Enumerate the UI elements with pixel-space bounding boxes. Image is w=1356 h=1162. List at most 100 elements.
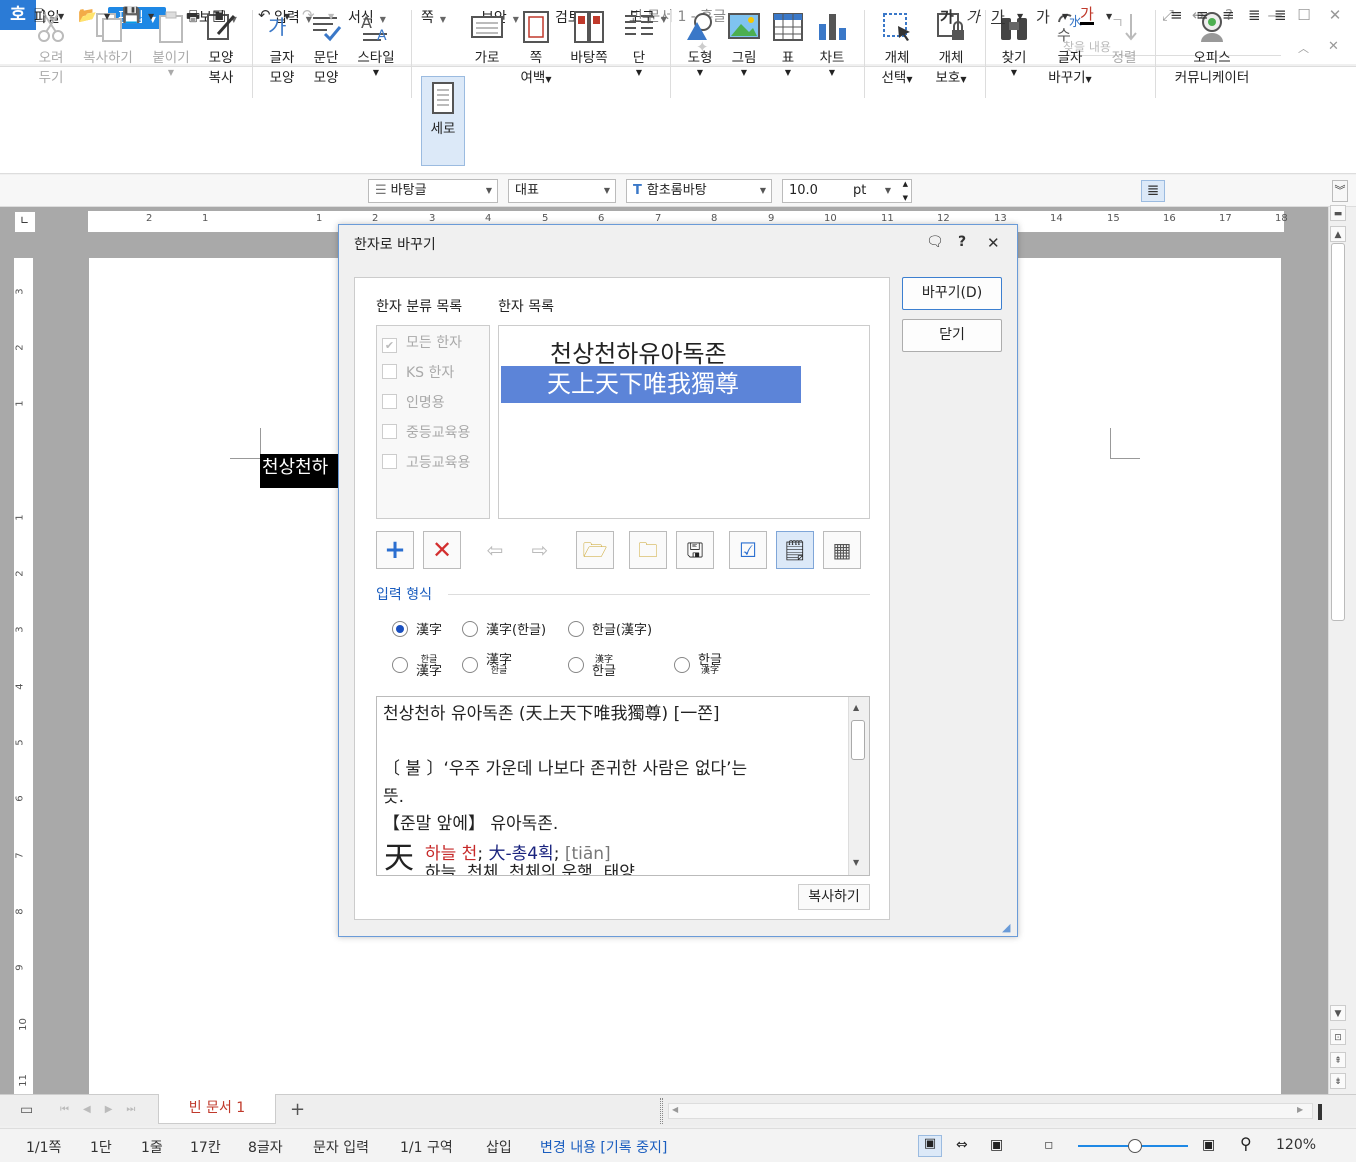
undo-icon[interactable]: ↶ xyxy=(258,6,271,24)
ruler-corner[interactable]: ∟ xyxy=(14,211,36,233)
align-right-icon[interactable]: ≡ xyxy=(1222,6,1235,24)
bold-button[interactable]: 가 xyxy=(940,6,954,27)
font-select[interactable]: T 함초롬바탕 ▼ xyxy=(626,179,772,203)
undo-dropdown-icon[interactable]: ▼ xyxy=(284,12,290,21)
dialog-help-icon[interactable]: ? xyxy=(958,234,966,250)
save-dropdown-icon[interactable]: ▼ xyxy=(148,12,154,21)
menu-page[interactable]: 쪽 ▼ xyxy=(421,7,446,29)
fit-width-icon[interactable]: ⇔ xyxy=(956,1137,968,1153)
dialog-close-icon[interactable]: ✕ xyxy=(987,234,1000,252)
close-window-icon[interactable]: ✕ xyxy=(1325,6,1345,24)
object-select-button[interactable]: 개체 선택▼ xyxy=(874,10,920,90)
close-button[interactable]: 닫기 xyxy=(902,319,1002,352)
next-page-icon[interactable]: ⇟ xyxy=(1330,1073,1346,1089)
style-select[interactable]: ☰ 바탕글 ▼ xyxy=(368,179,498,203)
replace-button[interactable]: 바꾸기(D) xyxy=(902,277,1002,310)
status-track-changes[interactable]: 변경 내용 [기록 중지] xyxy=(540,1137,667,1157)
vertical-scroll-thumb[interactable] xyxy=(1331,243,1345,621)
zoom-slider-thumb[interactable] xyxy=(1128,1139,1142,1153)
status-insert[interactable]: 삽입 xyxy=(486,1137,512,1157)
save-dict-icon[interactable]: 🖫 xyxy=(676,531,714,569)
format-option-hangul-hanja[interactable]: 한글(漢字) xyxy=(568,619,652,638)
tab-list-icon[interactable]: ▭ xyxy=(20,1102,33,1118)
checklist-icon[interactable]: ☑ xyxy=(729,531,767,569)
page-view-icon[interactable]: ⊡ xyxy=(1330,1029,1346,1045)
vertical-ruler[interactable]: 3 2 1 1 2 3 4 5 6 7 8 9 10 11 xyxy=(14,258,34,1094)
h-split-handle[interactable] xyxy=(1318,1104,1322,1120)
dictionary-open-icon[interactable]: 🗁 xyxy=(576,531,614,569)
chevron-up-icon[interactable]: ︿ xyxy=(1298,40,1309,56)
strike-dropdown-icon[interactable]: ▼ xyxy=(1062,12,1068,21)
format-option-hanja[interactable]: 漢字 xyxy=(392,619,442,638)
zoom-in-icon[interactable]: ▣ xyxy=(1202,1137,1215,1153)
open-dropdown-icon[interactable]: ▼ xyxy=(104,12,110,21)
underline-button[interactable]: 가 xyxy=(991,6,1005,27)
format-option-ruby-hanja-bottom[interactable]: 한글 漢字 xyxy=(674,654,722,677)
background-page-button[interactable]: 바탕쪽 xyxy=(566,10,612,68)
toolbar-expand-icon[interactable]: ︾ xyxy=(1332,180,1348,202)
table-button[interactable]: 표 ▼ xyxy=(770,10,806,78)
divide-icon[interactable]: ≣ xyxy=(1274,6,1287,24)
add-tab-button[interactable]: + xyxy=(290,1099,305,1120)
selected-text[interactable]: 천상천하 xyxy=(260,454,338,488)
align-center-icon[interactable]: ≡ xyxy=(1196,6,1209,24)
fit-page-icon[interactable]: ▣ xyxy=(990,1137,1003,1153)
hanja-list-item-selected[interactable]: 天上天下唯我獨尊 xyxy=(501,366,801,403)
format-option-hanja-hangul[interactable]: 漢字(한글) xyxy=(462,619,546,638)
hanja-list-item[interactable]: 천상천하유아독존 xyxy=(550,334,727,369)
dict-scroll-down-icon[interactable]: ▼ xyxy=(853,858,859,867)
splitter-handle[interactable] xyxy=(660,1098,663,1124)
new-document-icon[interactable]: 🗋 xyxy=(34,6,46,31)
open-folder-icon[interactable]: 📂 xyxy=(78,6,97,24)
font-color-button[interactable]: 가 xyxy=(1080,6,1094,25)
picture-button[interactable]: 그림 ▼ xyxy=(726,10,762,78)
new-dropdown-icon[interactable]: ▼ xyxy=(58,12,64,21)
folder-icon[interactable]: 🗀 xyxy=(629,531,667,569)
format-option-ruby-hangul-top[interactable]: 한글 漢字 xyxy=(392,655,442,678)
scroll-split-icon[interactable]: ▬ xyxy=(1330,205,1346,221)
delete-icon[interactable]: ✕ xyxy=(423,531,461,569)
horizontal-scrollbar[interactable] xyxy=(668,1103,1313,1119)
redo-icon[interactable]: ↷ xyxy=(302,6,315,24)
align-left-icon[interactable]: ≡ xyxy=(1170,6,1183,24)
zoom-out-icon[interactable]: ▫ xyxy=(1044,1137,1054,1153)
move-left-icon[interactable]: ⇦ xyxy=(476,531,514,569)
scroll-down-icon[interactable]: ▼ xyxy=(1330,1005,1346,1021)
shape-button[interactable]: 도형 ▼ xyxy=(682,10,718,78)
page-margin-button[interactable]: 쪽 여백▼ xyxy=(514,10,558,90)
dict-scroll-thumb[interactable] xyxy=(851,720,865,760)
scroll-up-icon[interactable]: ▲ xyxy=(1330,226,1346,242)
prev-page-icon[interactable]: ⇞ xyxy=(1330,1052,1346,1068)
edit-note-icon[interactable]: 🗒 xyxy=(776,531,814,569)
add-icon[interactable]: + xyxy=(376,531,414,569)
copy-dict-button[interactable]: 복사하기 xyxy=(798,884,870,910)
scroll-left-icon[interactable]: ◀ xyxy=(672,1105,678,1114)
zoom-level[interactable]: 120% xyxy=(1276,1137,1316,1153)
redo-dropdown-icon[interactable]: ▼ xyxy=(328,12,334,21)
format-option-ruby-hangul-bottom[interactable]: 漢字 한글 xyxy=(462,654,512,677)
columns-button[interactable]: 단 ▼ xyxy=(620,10,658,78)
resize-grip-icon[interactable]: ◢ xyxy=(1002,921,1010,934)
save-icon[interactable]: 💾 xyxy=(122,6,141,24)
italic-button[interactable]: 가 xyxy=(966,6,980,27)
scroll-right-icon[interactable]: ▶ xyxy=(1297,1105,1303,1114)
maximize-icon[interactable]: ☐ xyxy=(1294,6,1314,24)
magnifier-icon[interactable]: ⚲ xyxy=(1240,1134,1252,1153)
format-option-ruby-hanja-top[interactable]: 漢字 한글 xyxy=(568,655,616,678)
page-layout-view-icon[interactable]: ▣ xyxy=(918,1135,942,1157)
print-icon[interactable]: 🖶 xyxy=(186,6,200,31)
underline-dropdown-icon[interactable]: ▼ xyxy=(1017,12,1023,21)
status-page[interactable]: 1/1쪽 xyxy=(26,1137,61,1157)
landscape-button[interactable]: 가로 xyxy=(468,10,506,68)
font-color-dropdown-icon[interactable]: ▼ xyxy=(1106,12,1112,21)
language-select[interactable]: 대표 ▼ xyxy=(508,179,616,203)
close-search-icon[interactable]: ✕ xyxy=(1328,39,1339,54)
distribute-icon[interactable]: ≣ xyxy=(1248,6,1261,24)
comment-icon[interactable]: 🗨 xyxy=(926,234,944,250)
style-button[interactable]: AA 스타일 ▼ xyxy=(353,10,399,78)
preview-icon[interactable]: ▣ xyxy=(212,6,226,24)
strike-button[interactable]: 가 xyxy=(1036,6,1050,27)
font-size-input[interactable]: 10.0 pt ▼ ▲ ▼ xyxy=(782,179,912,203)
align-justify-icon[interactable]: ≣ xyxy=(1141,180,1165,202)
portrait-button[interactable]: 세로 xyxy=(421,76,465,166)
